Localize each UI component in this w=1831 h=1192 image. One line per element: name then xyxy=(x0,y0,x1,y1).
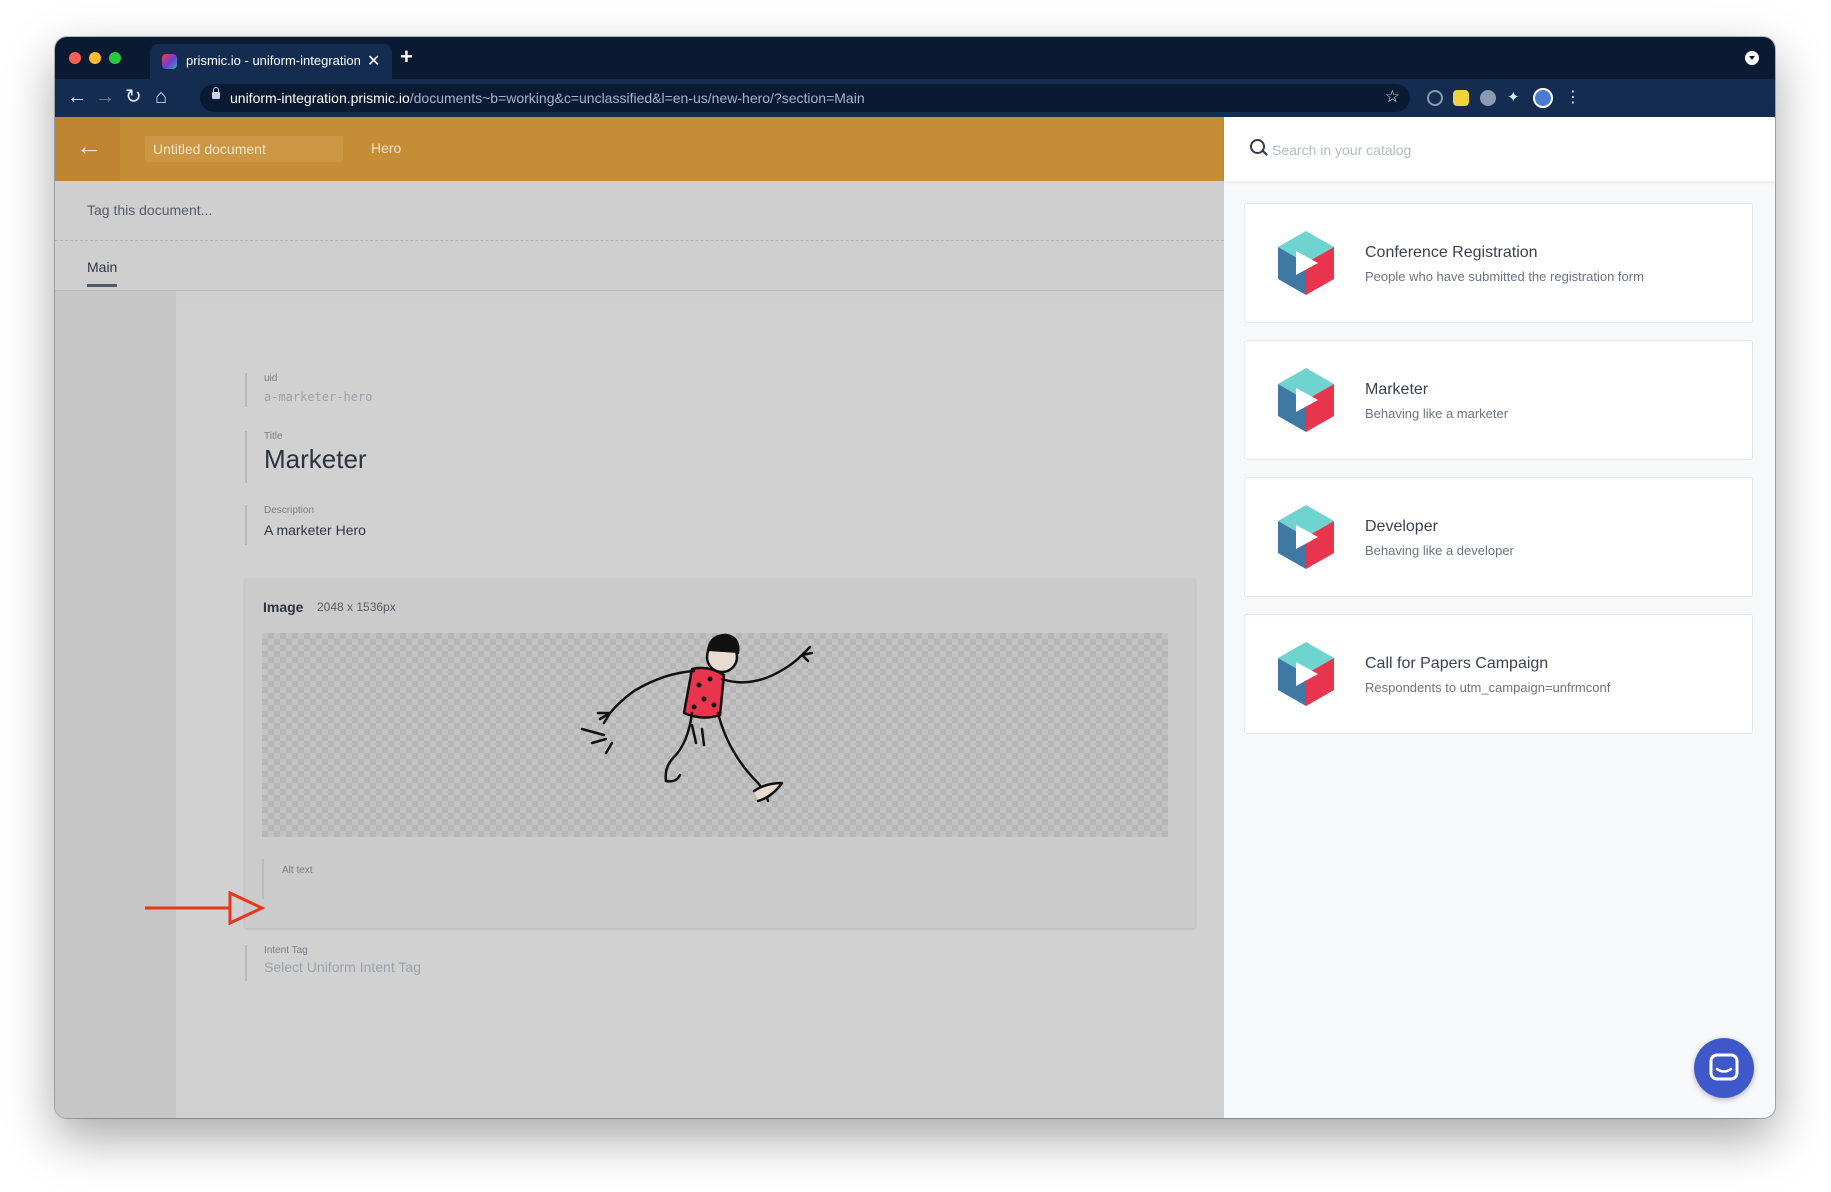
intent-logo-icon xyxy=(1278,505,1334,569)
catalog-search-input[interactable] xyxy=(1272,139,1492,161)
uid-value[interactable]: a-marketer-hero xyxy=(264,390,372,404)
url-text: uniform-integration.prismic.io/documents… xyxy=(230,90,865,106)
reload-button[interactable]: ↻ xyxy=(125,86,142,108)
search-icon xyxy=(1250,139,1265,154)
lock-icon xyxy=(212,87,220,99)
tab-close-icon[interactable]: ✕ xyxy=(367,51,380,71)
url-path: /documents~b=working&c=unclassified&l=en… xyxy=(409,90,865,106)
title-field[interactable]: Title Marketer xyxy=(245,431,367,483)
forward-button[interactable]: → xyxy=(95,86,115,108)
intent-tag-label: Intent Tag xyxy=(264,945,308,956)
extension-info-icon[interactable] xyxy=(1427,90,1443,106)
image-field-card: Image 2048 x 1536px Alt text xyxy=(245,579,1195,928)
annotation-arrow-icon xyxy=(145,890,266,926)
extensions-puzzle-icon[interactable]: ✦ xyxy=(1507,90,1523,106)
catalog-item-subtitle: People who have submitted the registrati… xyxy=(1365,269,1644,284)
tab-main[interactable]: Main xyxy=(87,259,118,287)
intent-logo-icon xyxy=(1278,231,1334,295)
back-arrow-icon[interactable]: ← xyxy=(76,131,102,162)
running-person-illustration xyxy=(580,633,814,803)
uid-label: uid xyxy=(264,373,278,384)
tab-strip: prismic.io - uniform-integration ✕ + xyxy=(55,37,1775,79)
zoom-window-button[interactable] xyxy=(109,52,121,64)
home-button[interactable]: ⌂ xyxy=(155,86,167,108)
document-title-field[interactable]: Untitled document xyxy=(145,136,343,162)
tab-search-icon[interactable] xyxy=(1745,51,1759,65)
image-preview[interactable] xyxy=(262,633,1168,837)
title-value[interactable]: Marketer xyxy=(264,444,367,475)
browser-window: prismic.io - uniform-integration ✕ + ← →… xyxy=(55,37,1775,1118)
description-value[interactable]: A marketer Hero xyxy=(264,522,366,538)
prismic-favicon-icon xyxy=(162,54,177,69)
catalog-item-subtitle: Respondents to utm_campaign=unfrmconf xyxy=(1365,680,1611,695)
alt-text-label: Alt text xyxy=(282,865,313,876)
catalog-item[interactable]: Developer Behaving like a developer xyxy=(1244,477,1753,597)
uid-field[interactable]: uid a-marketer-hero xyxy=(245,373,372,407)
intent-logo-icon xyxy=(1278,368,1334,432)
left-gutter xyxy=(55,291,176,1118)
minimize-window-button[interactable] xyxy=(89,52,101,64)
back-button[interactable]: ← xyxy=(67,86,87,108)
catalog-item-title: Call for Papers Campaign xyxy=(1365,655,1549,672)
catalog-item[interactable]: Marketer Behaving like a marketer xyxy=(1244,340,1753,460)
extension-cube-icon[interactable] xyxy=(1480,90,1496,106)
section-tabs: Main xyxy=(55,241,1224,291)
document-editor: ← Untitled document Hero Tag this docume… xyxy=(55,117,1224,1118)
tag-row: Tag this document... xyxy=(55,181,1224,241)
image-dimensions: 2048 x 1536px xyxy=(317,600,396,614)
browser-menu-icon[interactable]: ⋮ xyxy=(1565,90,1581,106)
bookmark-star-icon[interactable]: ☆ xyxy=(1385,87,1400,107)
title-label: Title xyxy=(264,431,283,442)
description-field[interactable]: Description A marketer Hero xyxy=(245,505,366,545)
catalog-item[interactable]: Call for Papers Campaign Respondents to … xyxy=(1244,614,1753,734)
chat-launcher-button[interactable] xyxy=(1694,1038,1754,1098)
profile-avatar[interactable] xyxy=(1533,88,1553,108)
catalog-item-title: Conference Registration xyxy=(1365,244,1538,261)
catalog-panel: Conference Registration People who have … xyxy=(1224,117,1775,1118)
page-content: ← Untitled document Hero Tag this docume… xyxy=(55,117,1775,1118)
catalog-item-subtitle: Behaving like a marketer xyxy=(1365,406,1509,421)
tag-input[interactable]: Tag this document... xyxy=(87,202,212,218)
intent-tag-field[interactable]: Intent Tag Select Uniform Intent Tag xyxy=(245,945,421,981)
browser-tab[interactable]: prismic.io - uniform-integration ✕ xyxy=(150,44,392,79)
browser-toolbar: ← → ↻ ⌂ uniform-integration.prismic.io/d… xyxy=(55,79,1775,117)
tab-title: prismic.io - uniform-integration xyxy=(186,53,361,68)
catalog-item-title: Developer xyxy=(1365,518,1438,535)
intent-logo-icon xyxy=(1278,642,1334,706)
image-label: Image xyxy=(263,599,304,615)
catalog-item[interactable]: Conference Registration People who have … xyxy=(1244,203,1753,323)
intent-tag-select[interactable]: Select Uniform Intent Tag xyxy=(264,959,421,975)
new-tab-button[interactable]: + xyxy=(400,44,413,70)
back-button-area[interactable]: ← xyxy=(55,117,120,181)
chat-icon xyxy=(1709,1053,1739,1081)
extension-js-icon[interactable] xyxy=(1453,90,1469,106)
close-window-button[interactable] xyxy=(69,52,81,64)
url-host: uniform-integration.prismic.io xyxy=(230,90,410,106)
description-label: Description xyxy=(264,505,315,516)
address-bar[interactable]: uniform-integration.prismic.io/documents… xyxy=(200,84,1410,112)
catalog-item-subtitle: Behaving like a developer xyxy=(1365,543,1514,558)
custom-type-label: Hero xyxy=(371,140,402,156)
catalog-item-title: Marketer xyxy=(1365,381,1429,398)
document-header: ← Untitled document Hero xyxy=(55,117,1224,181)
catalog-search-bar xyxy=(1224,117,1775,181)
field-canvas: uid a-marketer-hero Title Marketer Descr… xyxy=(176,309,1224,1118)
